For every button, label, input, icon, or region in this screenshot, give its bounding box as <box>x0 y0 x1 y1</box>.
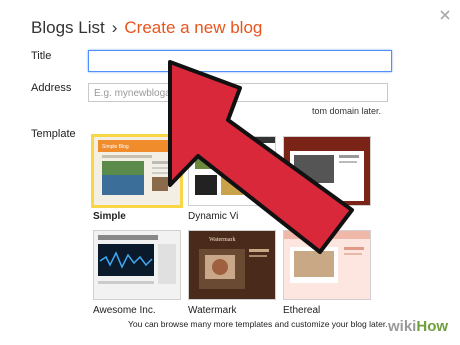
title-label: Title <box>31 50 52 62</box>
create-blog-dialog: Blogs List › Create a new blog Title Addre… <box>0 0 460 345</box>
address-hint: tom domain later. <box>312 106 382 116</box>
template-label: Template <box>31 128 76 140</box>
template-ethereal-name: Ethereal <box>283 305 321 316</box>
template-awesome-inc-thumbnail[interactable] <box>93 230 181 300</box>
close-icon[interactable] <box>439 9 451 21</box>
wikihow-watermark: wikiHow <box>388 318 448 335</box>
template-simple-name: Simple <box>93 211 126 222</box>
address-input[interactable]: E.g. mynewblogaddr <box>88 83 388 102</box>
watermark-how: How <box>416 318 449 335</box>
template-awesome-inc-name: Awesome Inc. <box>93 305 156 316</box>
address-label: Address <box>31 82 72 94</box>
page-title: Create a new blog <box>124 18 263 37</box>
template-simple-thumbnail[interactable]: Simple Blog <box>91 134 183 208</box>
simple-thumb-title: Simple Blog <box>102 144 129 150</box>
address-placeholder: E.g. mynewblogaddr <box>94 88 186 99</box>
template-dynamic-views-thumbnail[interactable] <box>188 136 276 206</box>
template-watermark-thumbnail[interactable]: Watermark <box>188 230 276 300</box>
template-grid: Simple Blog Simple Dynamic Vi Picture Aw… <box>88 130 458 316</box>
footer-note: You can browse many more templates and c… <box>128 319 388 329</box>
template-dynamic-views-name: Dynamic Vi <box>188 211 239 222</box>
template-ethereal-thumbnail[interactable] <box>283 230 371 300</box>
breadcrumb-blogs-list[interactable]: Blogs List <box>31 18 105 37</box>
template-watermark-name: Watermark <box>188 305 237 316</box>
template-picture-window-thumbnail[interactable] <box>283 136 371 206</box>
template-picture-window-name: Picture <box>283 211 315 222</box>
watermark-thumb-title: Watermark <box>209 237 236 243</box>
watermark-wiki: wiki <box>388 318 417 335</box>
title-input[interactable] <box>88 50 392 72</box>
breadcrumb-separator: › <box>111 18 118 37</box>
breadcrumb: Blogs List › Create a new blog <box>31 18 262 38</box>
